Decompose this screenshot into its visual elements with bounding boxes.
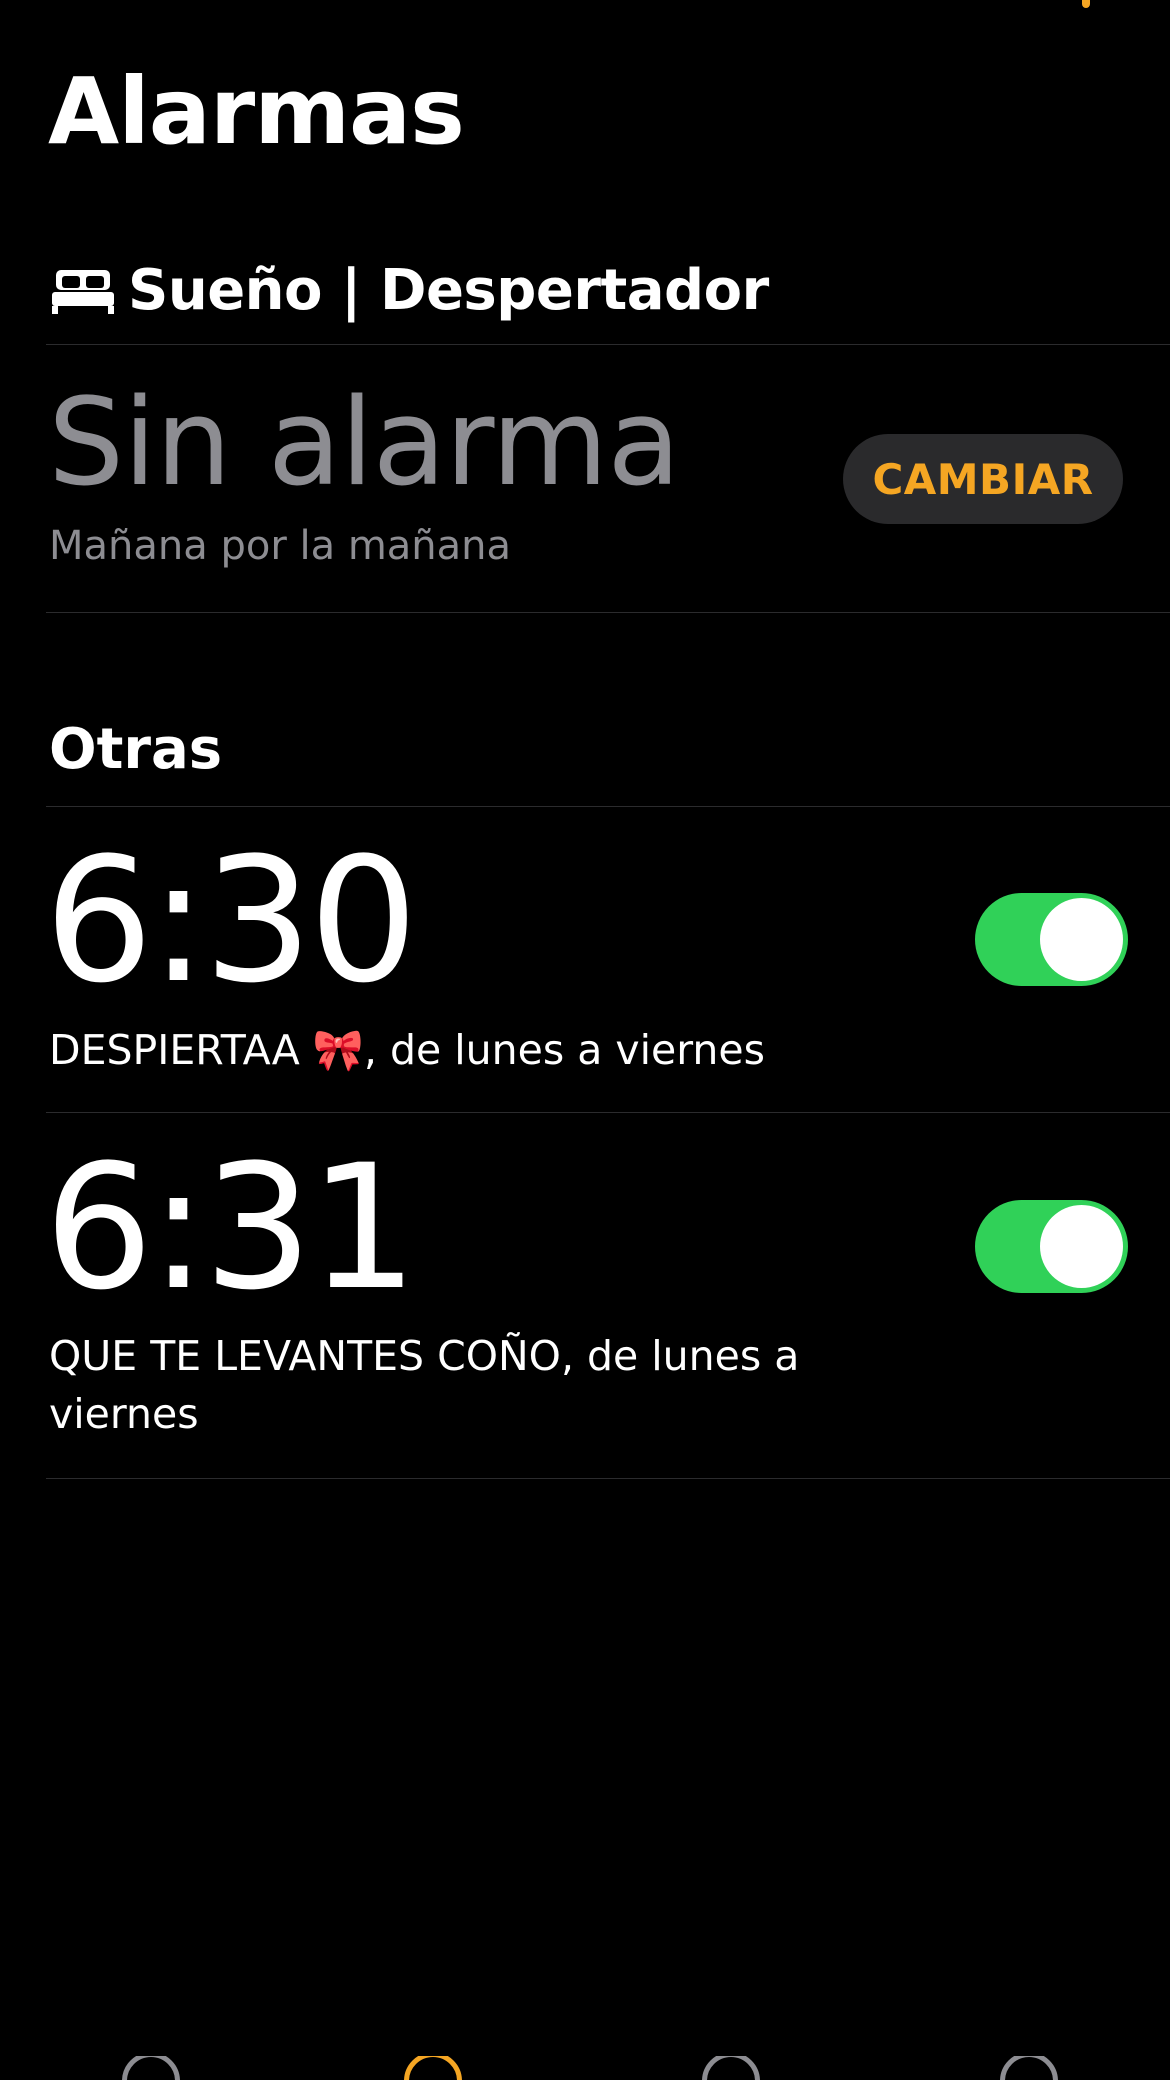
divider — [46, 612, 1170, 613]
bed-icon — [52, 270, 114, 314]
alarm-toggle[interactable] — [975, 893, 1128, 986]
page-title: Alarmas — [48, 58, 465, 165]
alarm-time[interactable]: 6:30 — [44, 835, 418, 1007]
alarm-description: QUE TE LEVANTES COÑO, de lunes a viernes — [49, 1332, 800, 1438]
sleep-section-label: Sueño | Despertador — [128, 257, 769, 323]
sleep-alarm-time[interactable]: Sin alarma — [48, 384, 681, 504]
divider — [46, 1112, 1170, 1113]
change-button[interactable]: CAMBIAR — [843, 434, 1123, 524]
toggle-knob — [1040, 898, 1123, 981]
tab-bar — [0, 2056, 1170, 2080]
sleep-alarm-subtitle: Mañana por la mañana — [49, 523, 512, 569]
divider — [46, 806, 1170, 807]
add-alarm-icon[interactable] — [1082, 0, 1090, 8]
timer-tab-icon[interactable] — [1000, 2056, 1058, 2080]
stopwatch-tab-icon[interactable] — [702, 2056, 760, 2080]
divider — [46, 344, 1170, 345]
toggle-knob — [1040, 1205, 1123, 1288]
alarm-time[interactable]: 6:31 — [44, 1142, 418, 1314]
alarm-tab-icon[interactable] — [404, 2056, 462, 2080]
alarm-description: DESPIERTAA 🎀, de lunes a viernes — [49, 1026, 765, 1074]
sleep-section-header: Sueño | Despertador — [50, 255, 769, 325]
world-clock-tab-icon[interactable] — [122, 2056, 180, 2080]
divider — [46, 1478, 1170, 1479]
alarm-toggle[interactable] — [975, 1200, 1128, 1293]
other-section-label: Otras — [49, 717, 223, 782]
